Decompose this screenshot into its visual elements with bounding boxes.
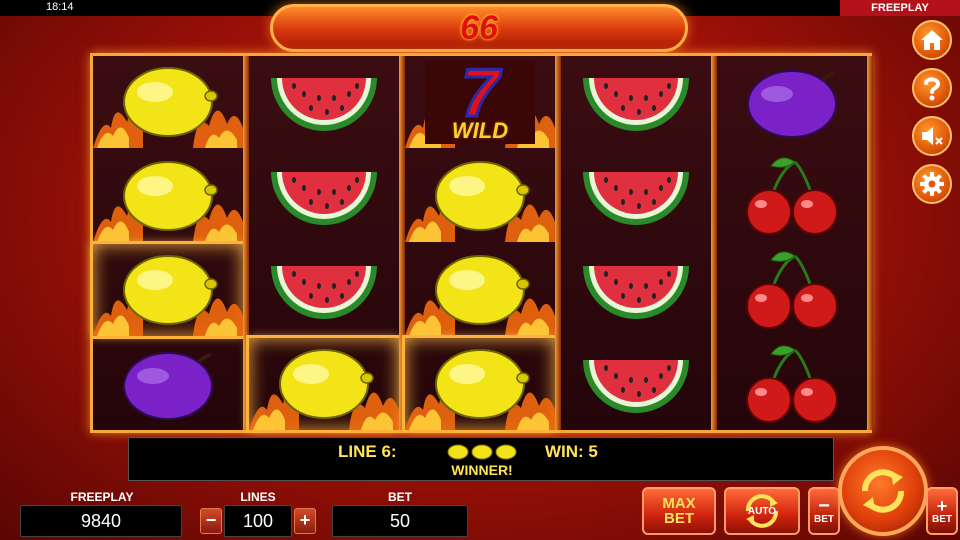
- max-bet-line2: BET: [664, 510, 694, 527]
- reel-cell-lemon: [90, 241, 246, 339]
- reel-1: [90, 56, 249, 430]
- lines-label: LINES: [240, 490, 276, 504]
- bet-decrease-label: BET: [814, 513, 834, 525]
- max-bet-line1: MAX: [662, 495, 696, 512]
- cherry-symbol: [746, 157, 838, 235]
- watermelon-symbol: [271, 266, 377, 319]
- reel-cell-watermelon: [561, 56, 711, 148]
- help-button[interactable]: [912, 68, 952, 108]
- reel-cell-watermelon: [249, 244, 399, 336]
- clock: 18:14: [46, 1, 74, 13]
- sound-off-icon: [922, 127, 943, 145]
- settings-button[interactable]: [912, 164, 952, 204]
- win-info-bar: LINE 6: WIN: 5 WINNER!: [128, 437, 834, 481]
- win-amount-banner: 66: [270, 4, 688, 52]
- cherry-symbol: [746, 251, 838, 329]
- watermelon-symbol: [583, 266, 689, 319]
- payline-label: LINE 6:: [338, 442, 397, 461]
- watermelon-symbol: [271, 78, 377, 131]
- reel-cell-lemon: [402, 335, 558, 433]
- reel-cell-lemon: [93, 56, 243, 148]
- max-bet-button[interactable]: MAX BET: [642, 487, 716, 535]
- reel-grid: 7 WILD: [90, 53, 873, 433]
- reel-cell-lemon: [405, 150, 555, 242]
- watermelon-symbol: [271, 172, 377, 225]
- auto-spin-button[interactable]: AUTO: [724, 487, 800, 535]
- lines-plus-button[interactable]: +: [294, 508, 316, 534]
- reel-cell-cherry: [717, 338, 867, 430]
- reel-2: [246, 56, 405, 433]
- reel-cell-watermelon: [561, 338, 711, 430]
- reel-cell-watermelon: [561, 244, 711, 336]
- lemon-symbol: [93, 67, 243, 148]
- winner-text: WINNER!: [451, 462, 513, 478]
- spin-button[interactable]: [838, 446, 928, 536]
- lemon-symbol: [93, 161, 243, 242]
- reel-cell-lemon: [405, 244, 555, 336]
- lemon-symbol: [93, 255, 243, 336]
- lemon-symbol: [249, 349, 399, 430]
- plum-symbol: [747, 70, 837, 138]
- watermelon-symbol: [583, 360, 689, 413]
- lines-minus-button[interactable]: −: [200, 508, 222, 534]
- watermelon-symbol: [583, 78, 689, 131]
- auto-label: AUTO: [747, 505, 777, 517]
- reel-cell-plum: [717, 56, 867, 148]
- spin-icon: [862, 469, 904, 513]
- reel-cell-wild: 7 WILD: [405, 56, 555, 148]
- bet-increase-label: BET: [932, 513, 952, 525]
- balance-field: 9840: [20, 505, 182, 537]
- bet-increase-symbol: +: [936, 495, 948, 516]
- plum-symbol: [123, 352, 213, 420]
- mode-badge: FREEPLAY: [840, 0, 960, 16]
- home-icon: [921, 30, 943, 50]
- home-button[interactable]: [912, 20, 952, 60]
- wild-label: WILD: [451, 118, 509, 143]
- reel-cell-cherry: [717, 244, 867, 336]
- gear-icon: [920, 172, 944, 196]
- lemon-symbol: [405, 161, 555, 242]
- bet-label: BET: [388, 490, 412, 504]
- reel-3: 7 WILD: [402, 56, 561, 433]
- lemon-symbol: [405, 255, 555, 336]
- bet-increase-button[interactable]: + BET: [926, 487, 958, 535]
- watermelon-symbol: [583, 172, 689, 225]
- reel-cell-watermelon: [249, 56, 399, 148]
- reel-4: [561, 56, 717, 430]
- freeplay-label: FREEPLAY: [70, 490, 134, 504]
- reel-cell-watermelon: [561, 150, 711, 242]
- bet-decrease-button[interactable]: − BET: [808, 487, 840, 535]
- reel-cell-watermelon: [249, 150, 399, 242]
- reel-5: [717, 56, 873, 430]
- reel-cell-plum: [93, 338, 243, 430]
- help-icon: [924, 77, 941, 101]
- bet-field: 50: [332, 505, 468, 537]
- reel-cell-lemon: [93, 150, 243, 242]
- lemon-symbol: [405, 349, 555, 430]
- cherry-symbol: [746, 345, 838, 423]
- sound-button[interactable]: [912, 116, 952, 156]
- bet-decrease-symbol: −: [818, 494, 830, 517]
- lines-field: 100: [224, 505, 292, 537]
- payline-win: WIN: 5: [545, 442, 598, 461]
- reel-cell-cherry: [717, 150, 867, 242]
- reel-cell-lemon: [246, 335, 402, 433]
